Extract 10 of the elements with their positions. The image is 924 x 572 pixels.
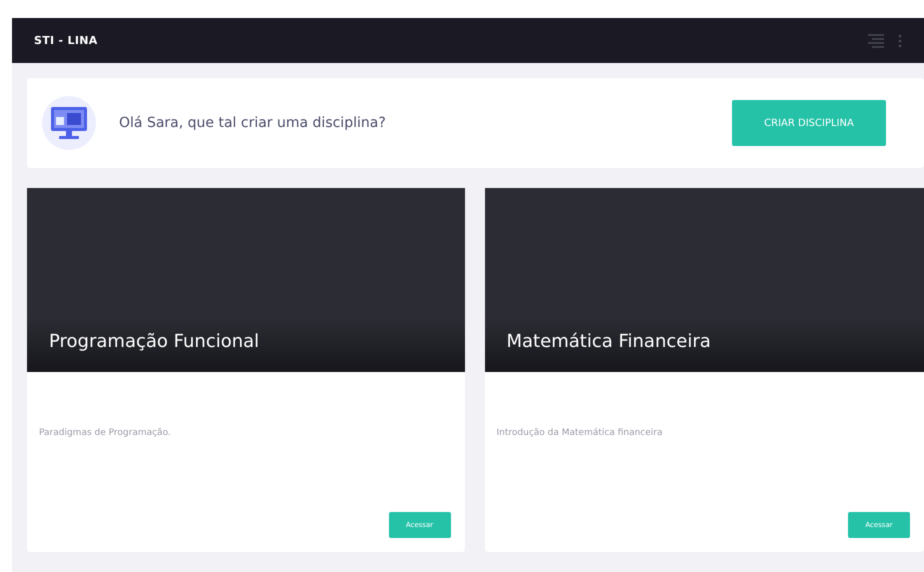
course-description: Introdução da Matemática financeira [496, 428, 664, 440]
computer-icon [41, 95, 97, 151]
welcome-message: Olá Sara, que tal criar uma disciplina? [119, 115, 387, 131]
more-icon[interactable] [898, 34, 902, 48]
course-title: Matemática Financeira [506, 331, 711, 352]
create-course-button[interactable]: CRIAR DISCIPLINA [732, 100, 886, 146]
course-description: Paradigmas de Programação. [39, 428, 172, 440]
menu-icon[interactable] [866, 34, 886, 48]
course-title: Programação Funcional [49, 331, 260, 352]
app-title: STI - LINA [34, 34, 98, 47]
